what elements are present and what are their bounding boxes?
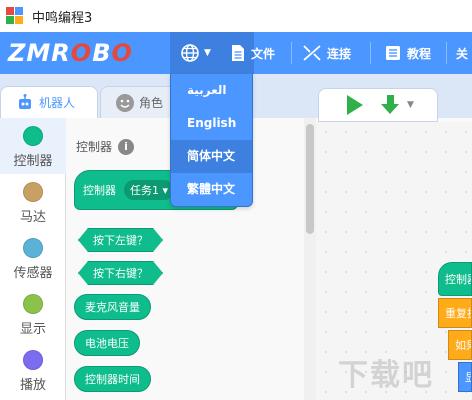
tab-bar: 机器人 角色 — [0, 74, 300, 118]
logo-text: ZMROBO — [8, 39, 133, 67]
about-menu[interactable]: 关 — [456, 32, 468, 74]
block-label: 显示 — [465, 369, 471, 385]
task-dropdown[interactable]: 任务1 ▾ — [124, 180, 175, 200]
category-dot — [23, 182, 43, 202]
microphone-volume-block[interactable]: 麦克风音量 — [74, 294, 151, 320]
file-icon — [232, 45, 244, 61]
zmrobo-logo[interactable]: ZMROBO — [8, 38, 158, 68]
hat-block-label: 控制器 — [83, 184, 116, 197]
workspace-repeat-block[interactable]: 重复执行 — [438, 298, 472, 328]
about-menu-label: 关 — [456, 46, 469, 61]
menu-bar: ZMROBO ▼ 文件 连接 教程 关 — [0, 32, 472, 74]
category-label: 播放 — [19, 378, 46, 393]
stage-controls: ▼ — [318, 88, 438, 122]
block-label: 控制器 — [445, 273, 471, 286]
tab-robot-label: 机器人 — [39, 96, 76, 110]
palette-scroll-thumb[interactable] — [306, 124, 314, 234]
app-icon — [6, 7, 24, 25]
block-label: 麦克风音量 — [85, 301, 140, 314]
robot-icon — [19, 93, 31, 109]
block-label: 重复执行 — [445, 307, 471, 320]
connect-menu[interactable]: 连接 — [302, 32, 351, 74]
category-dot — [23, 350, 43, 370]
category-controller[interactable]: 控制器 — [0, 118, 66, 174]
globe-icon — [181, 44, 199, 62]
category-label: 显示 — [19, 322, 46, 337]
language-option-simplified-chinese[interactable]: 简体中文 — [171, 140, 252, 173]
chevron-down-icon: ▼ — [204, 48, 211, 58]
menu-divider — [370, 42, 371, 64]
tutorial-menu-label: 教程 — [407, 46, 432, 61]
tutorial-menu[interactable]: 教程 — [384, 32, 431, 74]
palette-title: 控制器 i — [76, 138, 135, 155]
block-label: 控制器时间 — [85, 373, 140, 386]
watermark: 下载吧 — [338, 358, 434, 393]
file-menu-label: 文件 — [251, 46, 276, 61]
palette-title-text: 控制器 — [76, 140, 113, 154]
workspace-controller-block[interactable]: 控制器 — [438, 262, 472, 296]
title-bar: 中鸣编程3 — [0, 0, 472, 32]
language-option-traditional-chinese[interactable]: 繁體中文 — [171, 173, 252, 206]
left-key-pressed-block[interactable]: 按下左键？ — [78, 228, 163, 252]
category-dot — [23, 126, 43, 146]
workspace-if-block[interactable]: 如果 — [448, 330, 472, 360]
category-display[interactable]: 显示 — [0, 286, 66, 342]
category-sensor[interactable]: 传感器 — [0, 230, 66, 286]
menu-divider — [291, 42, 292, 64]
category-label: 马达 — [19, 210, 46, 225]
green-flag-icon[interactable] — [347, 95, 363, 115]
connect-icon — [303, 45, 321, 61]
category-sidebar: 控制器 马达 传感器 显示 播放 — [0, 118, 66, 400]
language-option-english[interactable]: English — [171, 107, 252, 140]
chevron-down-icon[interactable]: ▼ — [407, 100, 414, 110]
connect-menu-label: 连接 — [327, 46, 352, 61]
block-label: 按下左键？ — [93, 234, 148, 247]
smiley-icon — [116, 93, 134, 112]
language-dropdown: العربية English 简体中文 繁體中文 — [170, 74, 253, 207]
window-title: 中鸣编程3 — [32, 10, 93, 26]
tab-sprite-label: 角色 — [139, 96, 164, 110]
block-label: 电池电压 — [85, 337, 129, 350]
menu-divider — [446, 42, 447, 64]
category-dot — [23, 294, 43, 314]
tab-robot[interactable]: 机器人 — [0, 86, 98, 118]
file-menu[interactable]: 文件 — [230, 32, 275, 74]
category-label: 控制器 — [13, 154, 53, 169]
block-label: 按下右键？ — [93, 267, 148, 280]
category-play[interactable]: 播放 — [0, 342, 66, 398]
controller-timer-block[interactable]: 控制器时间 — [74, 366, 151, 392]
download-icon[interactable] — [381, 95, 399, 115]
category-dot — [23, 238, 43, 258]
language-option-arabic[interactable]: العربية — [171, 74, 252, 107]
workspace-display-block[interactable]: 显示 — [458, 362, 472, 392]
book-icon — [386, 46, 400, 60]
help-icon[interactable]: i — [118, 138, 135, 155]
right-key-pressed-block[interactable]: 按下右键？ — [78, 261, 163, 285]
battery-voltage-block[interactable]: 电池电压 — [74, 330, 140, 356]
category-label: 传感器 — [13, 266, 53, 281]
category-motor[interactable]: 马达 — [0, 174, 66, 230]
block-label: 如果 — [455, 339, 471, 352]
